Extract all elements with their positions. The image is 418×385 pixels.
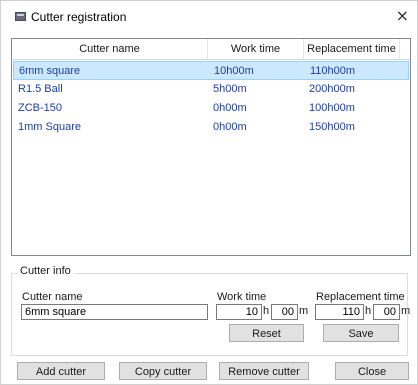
cell-replacement-time: 200h00m (309, 83, 355, 95)
replacement-time-label: Replacement time (316, 291, 405, 303)
column-header-work-time[interactable]: Work time (208, 39, 304, 59)
cell-cutter-name: ZCB-150 (18, 102, 63, 114)
list-row[interactable]: 1mm Square 0h00m 150h00m (13, 118, 409, 137)
replacement-minutes-unit: m (401, 305, 411, 317)
cell-work-time: 10h00m (214, 65, 254, 77)
work-minutes-unit: m (299, 305, 309, 317)
replacement-hours-input[interactable] (315, 304, 364, 320)
close-button[interactable]: Close (335, 362, 409, 380)
cell-work-time: 0h00m (213, 121, 247, 133)
window-icon (15, 12, 26, 21)
cell-cutter-name: 1mm Square (18, 121, 81, 133)
work-hours-input[interactable] (216, 304, 262, 320)
cutter-registration-window: Cutter registration × Cutter name Work t… (0, 0, 418, 385)
close-icon[interactable]: × (396, 6, 409, 25)
column-header-replacement-time[interactable]: Replacement time (304, 39, 400, 59)
replacement-minutes-input[interactable] (373, 304, 400, 320)
cell-replacement-time: 110h00m (310, 65, 356, 77)
replacement-hours-unit: h (365, 305, 372, 317)
cutter-name-input[interactable] (21, 304, 208, 320)
cell-work-time: 5h00m (213, 83, 247, 95)
cell-replacement-time: 150h00m (309, 121, 355, 133)
title-bar: Cutter registration × (1, 1, 417, 31)
reset-button[interactable]: Reset (229, 324, 304, 342)
remove-cutter-button[interactable]: Remove cutter (219, 362, 309, 380)
work-time-label: Work time (217, 291, 267, 303)
cell-work-time: 0h00m (213, 102, 247, 114)
list-header: Cutter name Work time Replacement time (12, 39, 410, 60)
cell-replacement-time: 100h00m (309, 102, 355, 114)
work-hours-unit: h (263, 305, 270, 317)
window-title: Cutter registration (31, 10, 127, 24)
list-row[interactable]: ZCB-150 0h00m 100h00m (13, 99, 409, 118)
cell-cutter-name: 6mm square (19, 65, 81, 77)
work-minutes-input[interactable] (271, 304, 298, 320)
cutter-list[interactable]: Cutter name Work time Replacement time 6… (11, 38, 411, 256)
save-button[interactable]: Save (323, 324, 399, 342)
add-cutter-button[interactable]: Add cutter (17, 362, 105, 380)
copy-cutter-button[interactable]: Copy cutter (119, 362, 207, 380)
cutter-name-label: Cutter name (22, 291, 83, 303)
list-row[interactable]: R1.5 Ball 5h00m 200h00m (13, 80, 409, 99)
cell-cutter-name: R1.5 Ball (18, 83, 63, 95)
cutter-info-group-label: Cutter info (17, 265, 74, 277)
list-row[interactable]: 6mm square 10h00m 110h00m (13, 61, 409, 80)
column-header-cutter-name[interactable]: Cutter name (12, 39, 208, 59)
